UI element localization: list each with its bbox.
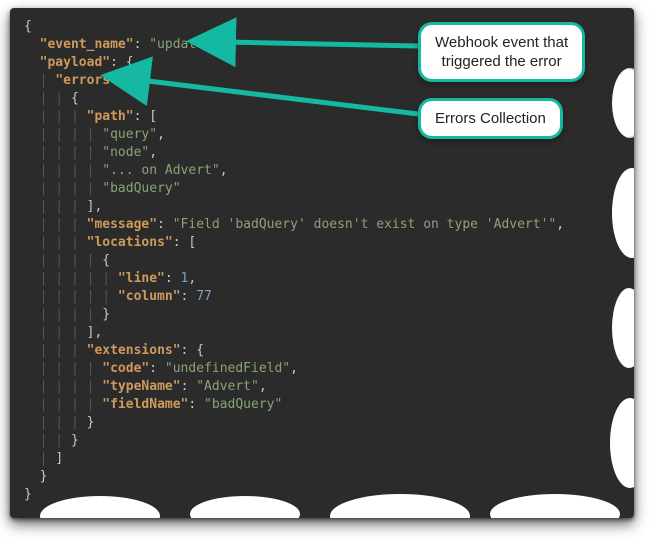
json-value: "badQuery" xyxy=(102,181,180,196)
json-value: "Field 'badQuery' doesn't exist on type … xyxy=(173,217,557,232)
json-value: "node" xyxy=(102,145,149,160)
callout-text-line: triggered the error xyxy=(442,53,562,70)
json-key-line: "line" xyxy=(118,271,165,286)
bracket: ] xyxy=(55,451,63,466)
json-key-payload: "payload" xyxy=(40,55,110,70)
json-value: "query" xyxy=(102,127,157,142)
json-key-message: "message" xyxy=(87,217,157,232)
json-code-block: { "event_name": "update", "payload": { |… xyxy=(24,18,620,504)
json-value: 77 xyxy=(196,289,212,304)
figure-root: { "event_name": "update", "payload": { |… xyxy=(0,0,658,554)
json-value: "undefinedField" xyxy=(165,361,290,376)
json-value: "update" xyxy=(149,37,212,52)
json-key-path: "path" xyxy=(87,109,134,124)
json-key-column: "column" xyxy=(118,289,181,304)
json-key-typename: "typeName" xyxy=(102,379,180,394)
brace: } xyxy=(102,307,110,322)
brace: { xyxy=(102,253,110,268)
brace: { xyxy=(71,91,79,106)
json-key-event-name: "event_name" xyxy=(40,37,134,52)
brace: } xyxy=(40,469,48,484)
json-value: "badQuery" xyxy=(204,397,282,412)
json-key-code: "code" xyxy=(102,361,149,376)
json-key-locations: "locations" xyxy=(87,235,173,250)
json-key-fieldname: "fieldName" xyxy=(102,397,188,412)
callout-text-line: Errors Collection xyxy=(435,110,546,127)
brace: } xyxy=(24,487,32,502)
json-key-extensions: "extensions" xyxy=(87,343,181,358)
brace: } xyxy=(71,433,79,448)
brace: } xyxy=(87,415,95,430)
bracket: ], xyxy=(87,325,103,340)
json-key-errors: "errors" xyxy=(55,73,118,88)
callout-webhook-event: Webhook event that triggered the error xyxy=(418,22,585,82)
json-value: "... on Advert" xyxy=(102,163,219,178)
brace: { xyxy=(24,19,32,34)
json-value: "Advert" xyxy=(196,379,259,394)
callout-errors-collection: Errors Collection xyxy=(418,98,563,139)
code-panel: { "event_name": "update", "payload": { |… xyxy=(10,8,634,518)
callout-text-line: Webhook event that xyxy=(435,34,568,51)
bracket: ], xyxy=(87,199,103,214)
